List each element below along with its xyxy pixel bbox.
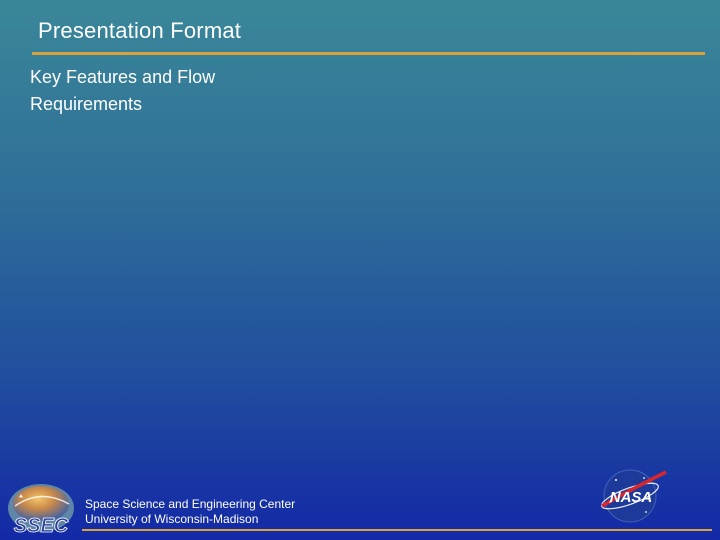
svg-text:NASA: NASA <box>610 489 653 506</box>
footer-org-line1: Space Science and Engineering Center <box>85 497 296 511</box>
ssec-logo: SSEC <box>3 480 79 537</box>
slide-body: Key Features and Flow Requirements <box>30 64 330 118</box>
body-line: Key Features and Flow <box>30 67 216 87</box>
nasa-logo: NASA <box>596 466 668 526</box>
footer-divider <box>82 529 712 531</box>
slide-title: Presentation Format <box>38 18 242 43</box>
body-line: Requirements <box>30 94 143 114</box>
title-divider <box>32 52 705 55</box>
slide: Presentation Format Key Features and Flo… <box>0 0 720 540</box>
nasa-meatball-icon: NASA <box>601 469 667 523</box>
svg-text:SSEC: SSEC <box>14 515 69 536</box>
footer-organization: Space Science and Engineering Center Uni… <box>85 497 295 527</box>
footer-org-line2: University of Wisconsin-Madison <box>85 512 259 526</box>
ssec-logo-icon: SSEC <box>8 484 74 537</box>
